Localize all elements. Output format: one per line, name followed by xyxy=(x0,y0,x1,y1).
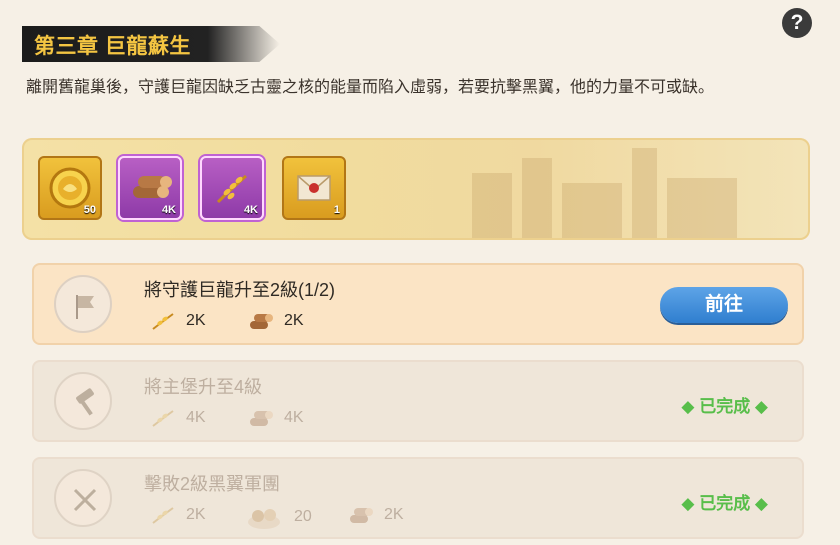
wheat-icon xyxy=(152,313,174,330)
reward-wood[interactable]: 4K xyxy=(118,156,182,220)
task-title: 將守護巨龍升至2級(1/2) xyxy=(144,280,336,300)
requirement-item: 2K xyxy=(150,310,206,332)
requirement-amount: 4K xyxy=(186,409,206,426)
hammer-icon xyxy=(54,372,112,430)
requirement-item: 4K xyxy=(248,407,304,429)
task-row[interactable]: 擊敗2級黑翼軍團 2K 20 2K ◆ 已完成 ◆ xyxy=(32,457,804,539)
castle-background-icon xyxy=(472,148,737,238)
reward-count: 4K xyxy=(161,204,176,216)
reward-gold[interactable]: 50 xyxy=(38,156,102,220)
requirement-amount: 2K xyxy=(284,312,304,329)
requirement-item: 4K xyxy=(150,407,206,429)
task-title: 擊敗2級黑翼軍團 xyxy=(144,474,281,494)
requirement-item: 2K xyxy=(348,504,404,526)
completed-status: ◆ 已完成 ◆ xyxy=(681,397,768,416)
wood-log-icon xyxy=(250,314,273,329)
requirement-amount: 4K xyxy=(284,409,304,426)
requirement-amount: 2K xyxy=(186,312,206,329)
completed-label: 已完成 xyxy=(699,397,751,416)
wheat-icon xyxy=(152,410,174,427)
requirement-amount: 2K xyxy=(384,506,404,523)
reward-wheat[interactable]: 4K xyxy=(200,156,264,220)
wood-log-icon xyxy=(350,508,373,523)
reward-count: 50 xyxy=(83,204,96,216)
chapter-description: 離開舊龍巢後，守護巨龍因缺乏古靈之核的能量而陷入虛弱，若要抗擊黑翼，他的力量不可… xyxy=(26,79,715,96)
task-row[interactable]: 將主堡升至4級 4K 4K ◆ 已完成 ◆ xyxy=(32,360,804,442)
task-row[interactable]: 將守護巨龍升至2級(1/2) 2K 2K 前往 xyxy=(32,263,804,345)
reward-count: 1 xyxy=(333,204,340,216)
task-title: 將主堡升至4級 xyxy=(144,377,263,397)
reward-count: 4K xyxy=(243,204,258,216)
food-pile-icon xyxy=(248,509,280,529)
completed-label: 已完成 xyxy=(699,494,751,513)
requirement-item: 2K xyxy=(248,310,304,332)
chapter-title: 第三章 巨龍蘇生 xyxy=(34,35,191,58)
wood-log-icon xyxy=(250,411,273,426)
banner-flag-icon xyxy=(54,275,112,333)
requirement-item: 2K xyxy=(150,504,206,526)
requirement-item: 20 xyxy=(244,504,312,530)
question-icon[interactable]: ? xyxy=(782,8,812,38)
completed-status: ◆ 已完成 ◆ xyxy=(681,494,768,513)
requirement-amount: 2K xyxy=(186,506,206,523)
crossed-swords-icon xyxy=(54,469,112,527)
sealed-letter-icon xyxy=(297,175,331,201)
reward-letter[interactable]: 1 xyxy=(282,156,346,220)
requirement-amount: 20 xyxy=(294,508,312,525)
wheat-icon xyxy=(152,507,174,524)
go-button[interactable]: 前往 xyxy=(660,287,788,323)
